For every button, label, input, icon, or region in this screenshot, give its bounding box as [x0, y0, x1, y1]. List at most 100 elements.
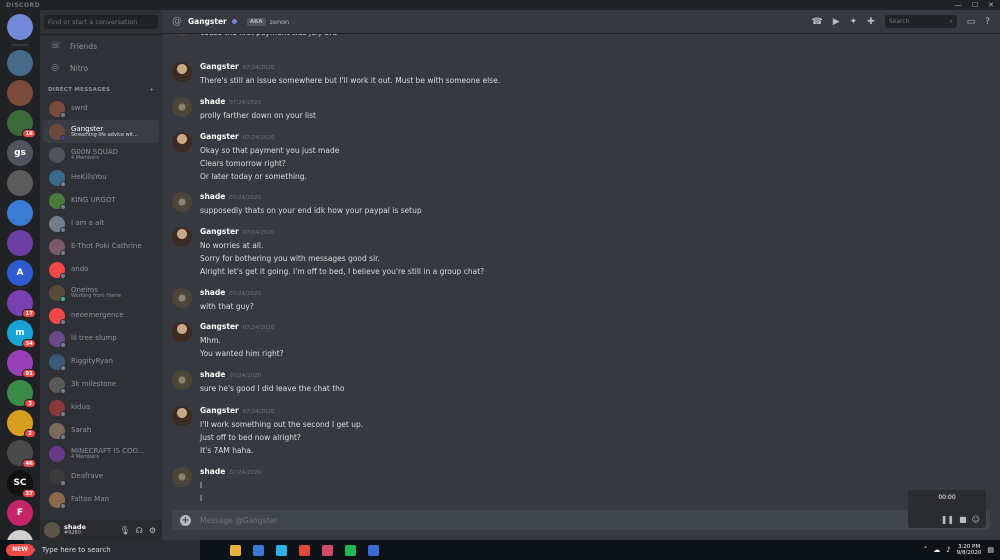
server-icon[interactable]: 17: [7, 290, 36, 318]
clock[interactable]: 3:20 PM 9/8/2020: [957, 544, 982, 557]
deafen-icon[interactable]: ☊: [136, 526, 143, 535]
dm-item[interactable]: Deafrave: [43, 465, 159, 488]
message-author[interactable]: shade: [200, 97, 225, 106]
message-avatar[interactable]: [172, 62, 192, 82]
message-author[interactable]: shade: [200, 467, 225, 476]
tray-up-icon[interactable]: ˄: [924, 546, 928, 554]
server-icon[interactable]: 3: [7, 380, 36, 408]
minimize-button[interactable]: —: [955, 1, 962, 9]
volume-icon[interactable]: ♪: [946, 546, 950, 554]
help-icon[interactable]: ?: [985, 17, 990, 27]
dm-item[interactable]: kidua: [43, 396, 159, 419]
taskbar-app-icon[interactable]: [230, 544, 241, 556]
dm-item[interactable]: swrd: [43, 97, 159, 120]
server-icon[interactable]: SC 37: [7, 470, 36, 498]
taskbar-app-icon[interactable]: [368, 544, 379, 556]
dm-item[interactable]: 3k milestone: [43, 373, 159, 396]
message-avatar[interactable]: [172, 288, 192, 308]
message-author[interactable]: shade: [200, 192, 225, 201]
dm-item[interactable]: E-Thot Poki Cathrine: [43, 235, 159, 258]
server-icon[interactable]: [7, 80, 33, 106]
settings-icon[interactable]: ⚙: [149, 526, 156, 535]
message-author[interactable]: shade: [200, 288, 225, 297]
search-input[interactable]: Search ⌕: [884, 15, 957, 28]
server-icon[interactable]: m 34: [7, 320, 36, 348]
server-icon[interactable]: 46: [7, 440, 36, 468]
message-avatar[interactable]: [172, 406, 192, 426]
server-icon[interactable]: A: [7, 260, 33, 286]
user-avatar[interactable]: [44, 522, 60, 538]
new-messages-pill[interactable]: NEW: [6, 544, 34, 556]
message-avatar[interactable]: [172, 192, 192, 212]
taskbar-app-icon[interactable]: [299, 544, 310, 556]
server-icon[interactable]: [7, 14, 33, 40]
message-timestamp: 07/24/2020: [229, 373, 262, 379]
nav-nitro[interactable]: ◎ Nitro: [40, 57, 162, 79]
voice-call-icon[interactable]: ☎: [811, 17, 822, 27]
dm-name: neoemergence: [71, 311, 124, 320]
find-conversation-input[interactable]: Find or start a conversation: [44, 15, 158, 29]
pause-icon[interactable]: ❚❚: [941, 515, 954, 524]
message-author[interactable]: Gangster: [200, 227, 239, 236]
message-avatar[interactable]: [172, 370, 192, 390]
message-avatar[interactable]: [172, 132, 192, 152]
add-friend-icon[interactable]: ✚: [867, 17, 875, 27]
server-icon[interactable]: [7, 230, 33, 256]
notifications-icon[interactable]: ▤: [987, 546, 994, 554]
server-icon[interactable]: F: [7, 500, 33, 526]
message-avatar[interactable]: [172, 322, 192, 342]
video-call-icon[interactable]: ▶: [833, 17, 840, 27]
message-composer[interactable]: + Message @Gangster: [172, 510, 990, 530]
dm-item[interactable]: KING URGOT: [43, 189, 159, 212]
message-author[interactable]: Gangster: [200, 322, 239, 331]
taskbar-app-icon[interactable]: [322, 544, 333, 556]
dm-item[interactable]: neoemergence: [43, 304, 159, 327]
dm-item[interactable]: Oneiros Working from Home: [43, 281, 159, 304]
dm-item[interactable]: Gangster Streaming life advice wit...: [43, 120, 159, 143]
taskbar-app-icon[interactable]: [276, 544, 287, 556]
dm-item[interactable]: MINECRAFT IS COO... 4 Members: [43, 442, 159, 465]
dm-avatar: [49, 284, 66, 302]
server-icon[interactable]: [7, 50, 33, 76]
dm-item[interactable]: ando: [43, 258, 159, 281]
network-icon[interactable]: ☁: [933, 546, 940, 554]
nav-friends[interactable]: ☏ Friends: [40, 35, 162, 57]
dm-item[interactable]: I am a alt: [43, 212, 159, 235]
message-author[interactable]: Gangster: [200, 132, 239, 141]
mute-icon[interactable]: 🎙: [120, 526, 130, 535]
message-text: with that guy?: [200, 302, 254, 311]
server-icon[interactable]: [7, 530, 33, 540]
message-avatar[interactable]: [172, 227, 192, 247]
server-icon[interactable]: [7, 200, 33, 226]
taskbar-app-icon[interactable]: [345, 544, 356, 556]
emoji-icon[interactable]: ☺: [972, 515, 980, 524]
attach-plus-icon[interactable]: +: [180, 514, 191, 526]
server-icon[interactable]: gs: [7, 140, 33, 166]
dm-item[interactable]: lil tree slump: [43, 327, 159, 350]
server-icon[interactable]: 91: [7, 350, 36, 378]
server-icon[interactable]: 2: [7, 410, 36, 438]
maximize-button[interactable]: ☐: [972, 1, 978, 9]
server-icon[interactable]: [7, 170, 33, 196]
presence-status-icon: [60, 134, 66, 141]
dm-item[interactable]: RiggityRyan: [43, 350, 159, 373]
taskbar-search[interactable]: ⌕ Type here to search: [24, 540, 200, 560]
message-author[interactable]: Gangster: [200, 406, 239, 415]
dm-item[interactable]: G00N SQUAD 4 Members: [43, 143, 159, 166]
create-dm-button[interactable]: +: [149, 87, 154, 93]
server-icon[interactable]: 16: [7, 110, 36, 138]
inbox-icon[interactable]: ▭: [967, 17, 976, 27]
dm-item[interactable]: Sarah: [43, 419, 159, 442]
taskbar-app-icon[interactable]: [253, 544, 264, 556]
message-author[interactable]: shade: [200, 370, 225, 379]
message-avatar[interactable]: [172, 97, 192, 117]
message-avatar[interactable]: [172, 34, 192, 36]
message-author[interactable]: Gangster: [200, 62, 239, 71]
stop-icon[interactable]: ■: [959, 515, 967, 524]
dm-item[interactable]: HeKillsYou: [43, 166, 159, 189]
close-button[interactable]: ✕: [988, 1, 994, 9]
message-input[interactable]: Message @Gangster: [200, 516, 277, 525]
message-avatar[interactable]: [172, 467, 192, 487]
pin-icon[interactable]: ✦: [850, 17, 858, 27]
dm-item[interactable]: Faltoo Man: [43, 488, 159, 511]
